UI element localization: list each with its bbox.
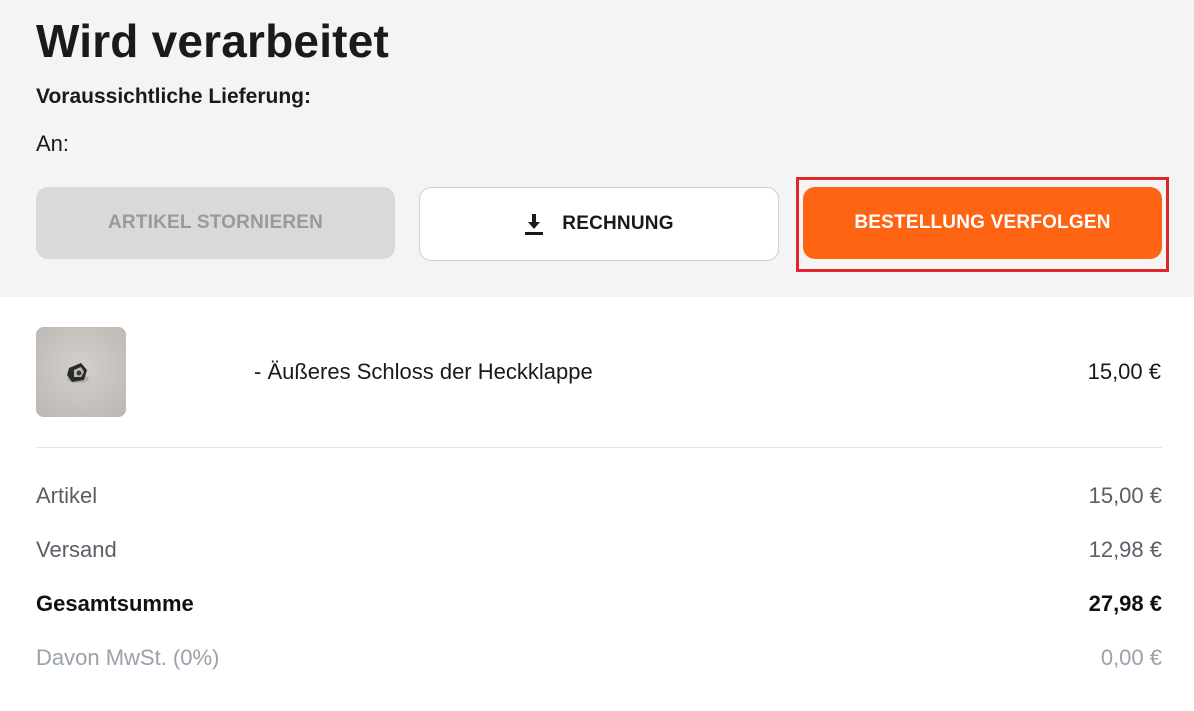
estimated-delivery-label: Voraussichtliche Lieferung: bbox=[36, 85, 311, 108]
track-order-button[interactable]: BESTELLUNG VERFOLGEN bbox=[803, 187, 1162, 259]
invoice-button[interactable]: RECHNUNG bbox=[419, 187, 779, 261]
tax-value: 0,00 € bbox=[1100, 645, 1162, 670]
tax-label: Davon MwSt. (0%) bbox=[36, 645, 220, 670]
articles-label: Artikel bbox=[36, 483, 98, 508]
recipient-label: An: bbox=[36, 131, 70, 156]
item-name: - Äußeres Schloss der Heckklappe bbox=[254, 359, 593, 384]
invoice-button-label: RECHNUNG bbox=[562, 213, 674, 234]
cancel-items-button-label: ARTIKEL STORNIEREN bbox=[107, 212, 324, 233]
articles-value: 15,00 € bbox=[1088, 483, 1162, 508]
shipping-label: Versand bbox=[36, 537, 117, 562]
cancel-items-button[interactable]: ARTIKEL STORNIEREN bbox=[36, 187, 395, 259]
item-thumbnail bbox=[36, 327, 126, 417]
shipping-value: 12,98 € bbox=[1088, 537, 1162, 562]
divider bbox=[36, 447, 1162, 448]
total-label: Gesamtsumme bbox=[36, 591, 194, 616]
order-status-title: Wird verarbeitet bbox=[36, 15, 390, 67]
total-value: 27,98 € bbox=[1088, 591, 1162, 616]
item-price: 15,00 € bbox=[1087, 359, 1161, 384]
track-order-button-label: BESTELLUNG VERFOLGEN bbox=[854, 212, 1111, 233]
download-icon bbox=[524, 213, 544, 235]
order-status-panel: Wird verarbeitet Voraussichtliche Liefer… bbox=[0, 0, 1194, 297]
